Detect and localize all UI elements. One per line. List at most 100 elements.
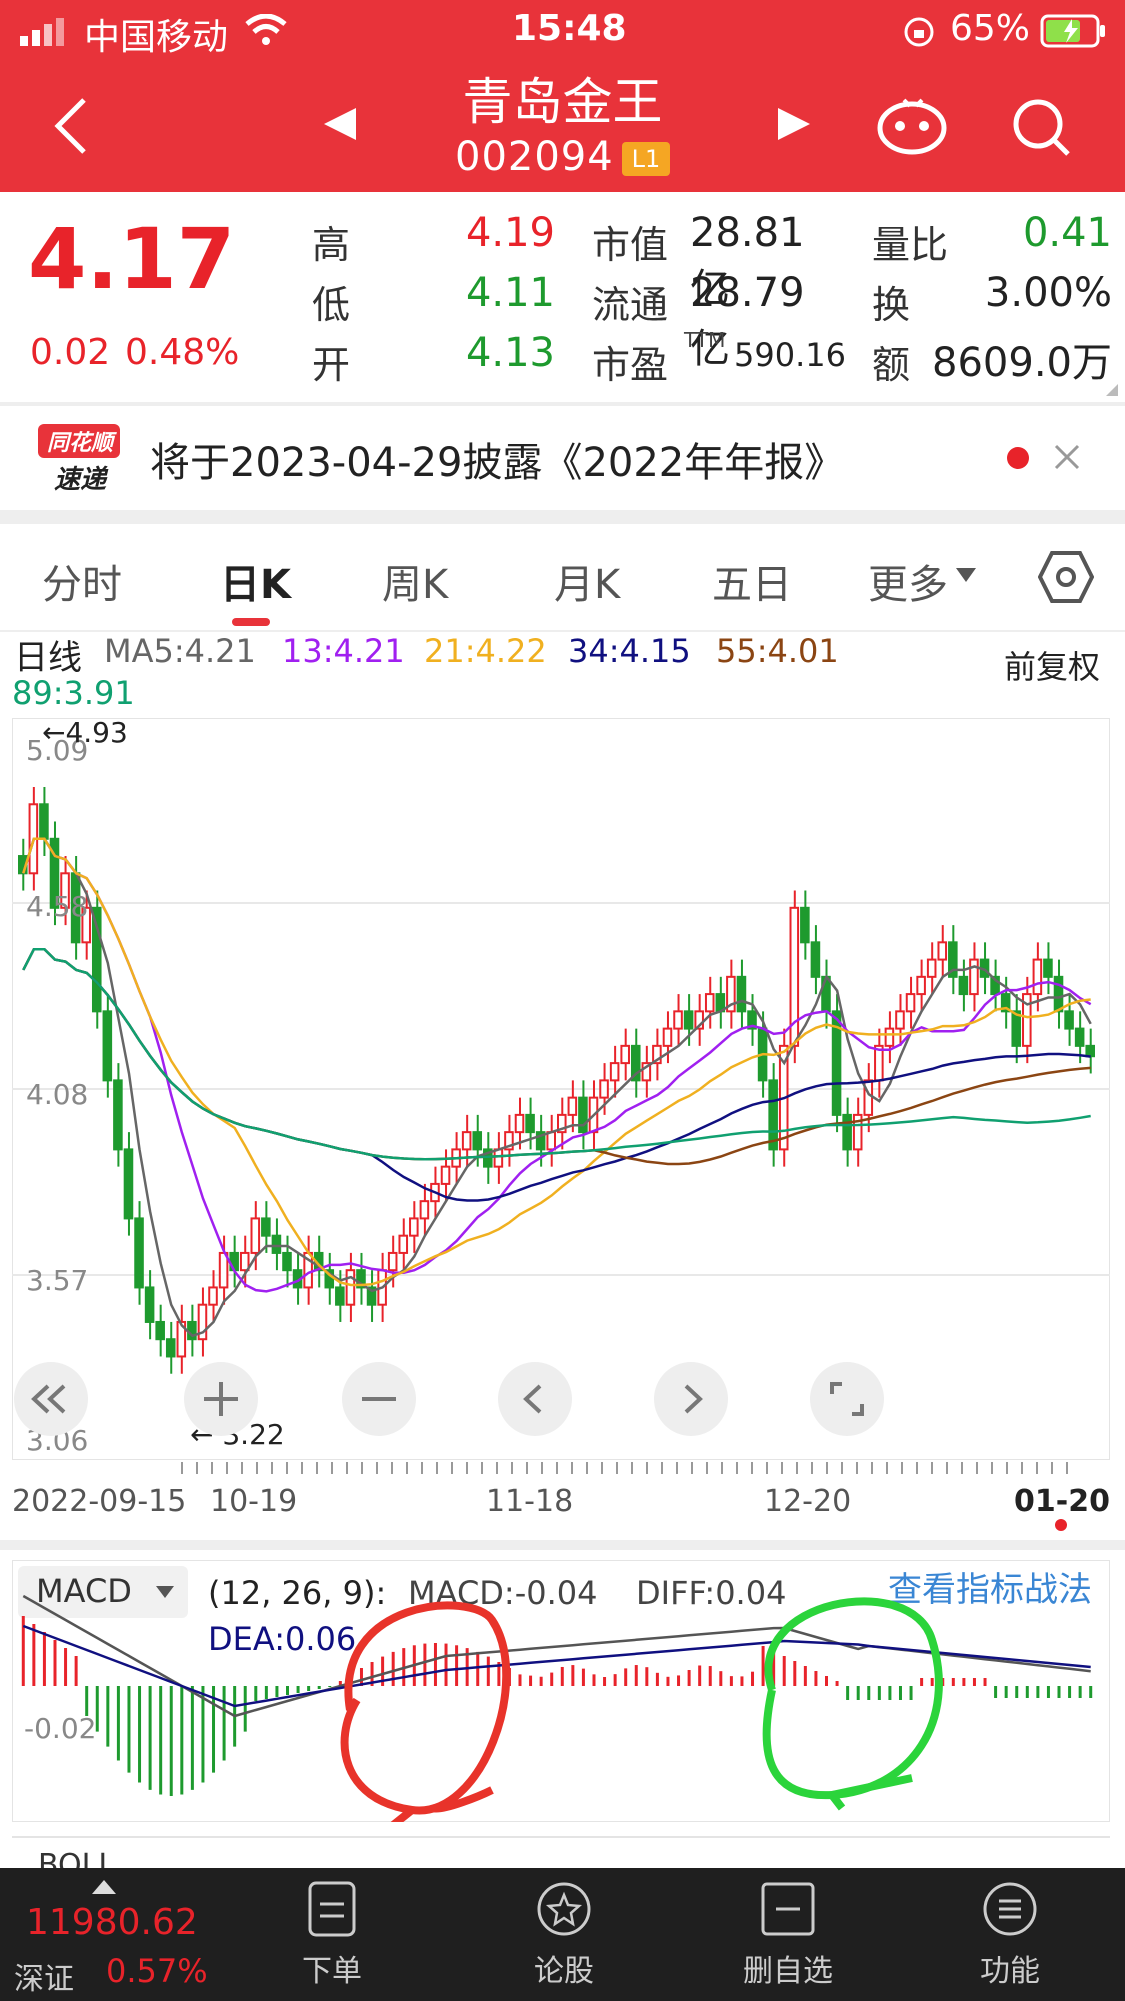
index-value[interactable]: 11980.62 bbox=[26, 1902, 198, 1943]
order-label: 下单 bbox=[302, 1954, 362, 1989]
candle-body bbox=[345, 1269, 356, 1306]
date-label: 10-19 bbox=[210, 1484, 298, 1519]
triangle-up-icon bbox=[92, 1880, 116, 1894]
macd-y-tick: -0.02 bbox=[24, 1712, 97, 1745]
scroll-left-button[interactable] bbox=[498, 1362, 572, 1436]
tab-more[interactable]: 更多 bbox=[868, 552, 948, 610]
fullscreen-icon bbox=[830, 1382, 864, 1416]
logo-bottom-text: 速递 bbox=[53, 465, 106, 495]
adjust-mode[interactable]: 前复权 bbox=[1004, 642, 1100, 688]
double-chevron-left-icon bbox=[31, 1384, 66, 1414]
amount-label: 额 bbox=[872, 343, 911, 387]
candle-body bbox=[1053, 975, 1064, 1013]
remove-watchlist-label: 删自选 bbox=[743, 1954, 833, 1989]
divider bbox=[0, 1540, 1125, 1550]
high-marker: ←4.93 bbox=[42, 716, 128, 749]
candle-body bbox=[937, 941, 948, 961]
zoom-out-far-button[interactable] bbox=[14, 1362, 88, 1436]
y-tick-label: 4.58 bbox=[26, 890, 89, 923]
candle-body bbox=[461, 1131, 472, 1151]
ma34-value: 34:4.15 bbox=[568, 632, 691, 670]
zoom-out-button[interactable] bbox=[342, 1362, 416, 1436]
next-stock-icon[interactable] bbox=[774, 104, 814, 144]
kline-chart[interactable] bbox=[12, 718, 1110, 1460]
ths-logo: 同花顺 速递 bbox=[34, 424, 124, 495]
scroll-right-button[interactable] bbox=[654, 1362, 728, 1436]
candle-body bbox=[1032, 958, 1043, 996]
order-button[interactable]: 下单 bbox=[272, 1880, 392, 1990]
candle-body bbox=[250, 1217, 261, 1254]
candle-body bbox=[736, 975, 747, 1013]
candle-body bbox=[1074, 1027, 1085, 1047]
candle-body bbox=[282, 1251, 292, 1272]
star-bubble-icon bbox=[537, 1882, 591, 1936]
candle-body bbox=[165, 1338, 176, 1358]
candle-body bbox=[599, 1079, 609, 1099]
chevron-right-icon bbox=[684, 1384, 703, 1414]
candle-body bbox=[419, 1200, 430, 1220]
candle-body bbox=[239, 1251, 250, 1272]
function-menu-button[interactable]: 功能 bbox=[950, 1880, 1070, 1990]
zoom-in-button[interactable] bbox=[184, 1362, 258, 1436]
fullscreen-button[interactable] bbox=[810, 1362, 884, 1436]
date-axis-ticks bbox=[181, 1462, 1068, 1474]
document-icon bbox=[308, 1881, 356, 1937]
candle-body bbox=[409, 1217, 419, 1237]
tab-daily-k[interactable]: 日K bbox=[220, 552, 291, 610]
notice-text[interactable]: 将于2023-04-29披露《2022年年报》 bbox=[150, 430, 844, 488]
minus-icon bbox=[362, 1397, 396, 1401]
candle-body bbox=[620, 1044, 630, 1065]
settings-hexagon-icon[interactable] bbox=[1038, 550, 1094, 604]
candle-body bbox=[842, 1113, 852, 1151]
close-icon[interactable] bbox=[1052, 442, 1082, 472]
candle-body bbox=[472, 1131, 483, 1151]
robot-assistant-icon[interactable] bbox=[876, 92, 948, 156]
plus-icon bbox=[204, 1382, 238, 1416]
remove-watchlist-button[interactable]: 删自选 bbox=[728, 1880, 848, 1990]
status-bar: 中国移动 15:48 65% bbox=[0, 0, 1125, 60]
y-tick-label: 4.08 bbox=[26, 1078, 89, 1111]
candle-body bbox=[335, 1286, 345, 1306]
candle-body bbox=[525, 1113, 535, 1134]
candle-body bbox=[261, 1217, 271, 1237]
chevron-left-icon bbox=[523, 1384, 542, 1414]
turnover-label: 换 bbox=[872, 283, 911, 327]
candle-body bbox=[609, 1062, 620, 1082]
divider bbox=[0, 510, 1125, 524]
amount-value: 8609.0万 bbox=[932, 340, 1112, 386]
volume-ratio-label: 量比 bbox=[872, 223, 949, 267]
low-label: 低 bbox=[312, 283, 351, 327]
y-tick-label: 3.57 bbox=[26, 1264, 89, 1297]
discuss-button[interactable]: 论股 bbox=[504, 1880, 624, 1990]
candle-body bbox=[810, 941, 821, 978]
clock: 15:48 bbox=[512, 8, 627, 49]
signal-icon bbox=[20, 18, 64, 46]
search-icon[interactable] bbox=[1010, 96, 1072, 158]
candle-body bbox=[1011, 1010, 1022, 1047]
boll-label[interactable]: BOLL bbox=[38, 1848, 115, 1870]
tab-weekly-k[interactable]: 周K bbox=[382, 552, 448, 610]
candle-body bbox=[1043, 958, 1053, 978]
candle-body bbox=[546, 1131, 557, 1151]
tab-monthly-k[interactable]: 月K bbox=[554, 552, 620, 610]
candle-body bbox=[567, 1096, 578, 1116]
index-name: 深证 bbox=[14, 1962, 74, 1997]
current-position-dot-icon bbox=[1055, 1519, 1067, 1531]
carrier-label: 中国移动 bbox=[84, 17, 229, 58]
macd-chart[interactable] bbox=[12, 1560, 1110, 1822]
candle-body bbox=[144, 1286, 155, 1323]
candle-body bbox=[1085, 1044, 1096, 1058]
candle-body bbox=[662, 1027, 673, 1047]
tab-five-day[interactable]: 五日 bbox=[712, 552, 792, 610]
tab-intraday[interactable]: 分时 bbox=[42, 552, 122, 610]
high-label: 高 bbox=[312, 223, 351, 267]
diff-line bbox=[22, 1594, 1091, 1718]
stock-name: 青岛金王 bbox=[462, 73, 663, 131]
candle-body bbox=[884, 1027, 895, 1047]
rotation-lock-icon bbox=[904, 17, 934, 47]
pe-ttm-sup: TTM bbox=[684, 328, 726, 352]
red-circle-annotation bbox=[340, 1601, 511, 1815]
logo-top-text: 同花顺 bbox=[46, 431, 113, 456]
candle-body bbox=[969, 958, 979, 996]
expand-corner-icon[interactable] bbox=[1106, 384, 1118, 396]
